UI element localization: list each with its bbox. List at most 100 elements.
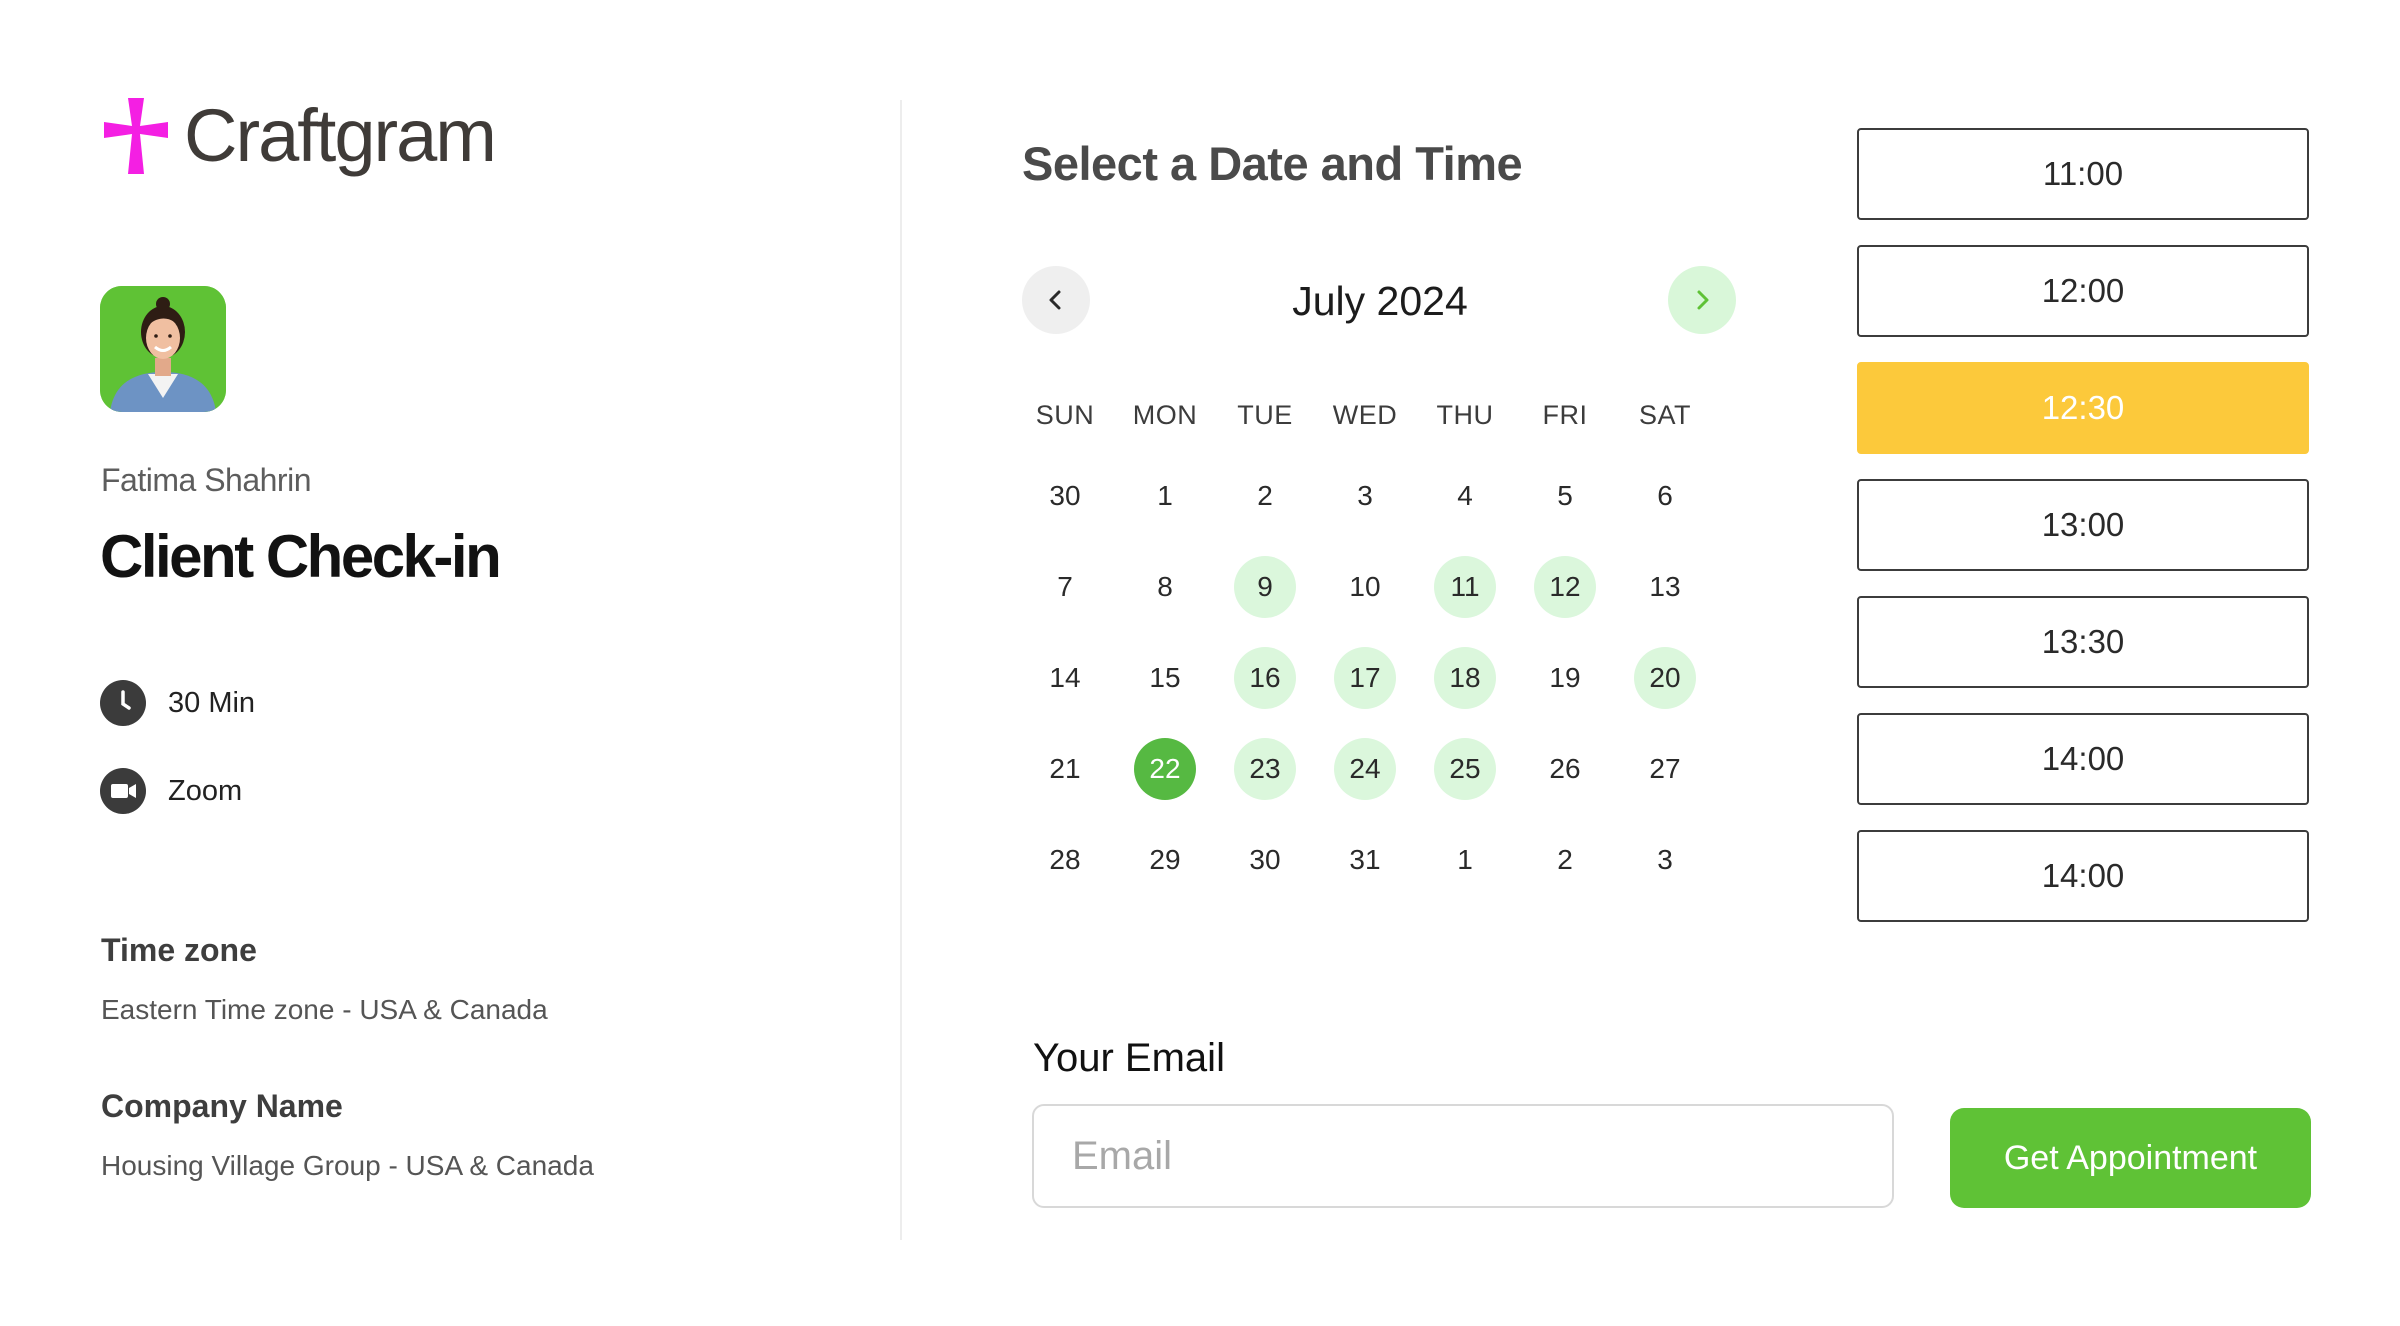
calendar-day: 1 [1457, 843, 1473, 875]
brand-logo: Craftgram [100, 94, 497, 177]
calendar-cell: 5 [1515, 465, 1615, 527]
weekday-label: MON [1132, 399, 1198, 430]
calendar-day-available[interactable]: 11 [1434, 555, 1496, 618]
calendar-day: 28 [1049, 843, 1081, 875]
time-slot[interactable]: 12:00 [1857, 245, 2309, 337]
calendar-day: 1 [1157, 479, 1173, 511]
calendar-cell: 3 [1615, 829, 1715, 891]
calendar-day-available[interactable]: 25 [1434, 737, 1496, 800]
time-slot[interactable]: 11:00 [1857, 128, 2309, 220]
weekday-label: THU [1436, 399, 1494, 430]
calendar-day: 31 [1349, 843, 1381, 875]
weekday-label: WED [1332, 399, 1398, 430]
calendar-day: 19 [1549, 661, 1581, 693]
time-slot-selected[interactable]: 12:30 [1857, 362, 2309, 454]
time-slot[interactable]: 14:00 [1857, 713, 2309, 805]
calendar-cell: 14 [1015, 647, 1115, 709]
platform-text: Zoom [168, 774, 243, 807]
calendar-day: 29 [1149, 843, 1181, 875]
duration-text: 30 Min [168, 686, 256, 719]
calendar-cell: 23 [1215, 737, 1315, 800]
calendar-cell: 27 [1615, 738, 1715, 800]
calendar-day-available[interactable]: 17 [1334, 646, 1396, 709]
calendar-day: 15 [1149, 661, 1181, 693]
calendar-weeks: 30 1 2 3 4 5 6 7 8 9 10 11 12 13 14 15 16 17 18 19 20 21 22 23 2… [1015, 450, 1715, 905]
calendar-day-selected[interactable]: 22 [1134, 737, 1196, 800]
calendar-cell: 25 [1415, 737, 1515, 800]
host-name: Fatima Shahrin [101, 462, 311, 498]
calendar-day: 30 [1049, 479, 1081, 511]
calendar-day: 30 [1249, 843, 1281, 875]
next-month-button[interactable] [1668, 266, 1736, 334]
company-label: Company Name [101, 1088, 343, 1124]
event-info-panel: Craftgram Fatima Shahrin Client Check-in [0, 0, 900, 1326]
event-title: Client Check-in [100, 523, 502, 590]
calendar-week-row: 30 1 2 3 4 5 6 [1015, 450, 1715, 541]
calendar-cell: 12 [1515, 555, 1615, 618]
calendar-cell: 29 [1115, 829, 1215, 891]
calendar-cell: 15 [1115, 647, 1215, 709]
calendar-cell: 11 [1415, 555, 1515, 618]
calendar-day: 2 [1257, 479, 1273, 511]
calendar-heading: Select a Date and Time [1022, 137, 1523, 190]
calendar-day: 26 [1549, 752, 1581, 784]
calendar-cell: 2 [1215, 465, 1315, 527]
calendar-cell: 19 [1515, 647, 1615, 709]
calendar-day-available[interactable]: 23 [1234, 737, 1296, 800]
calendar-cell: 17 [1315, 646, 1415, 709]
calendar-day-available[interactable]: 18 [1434, 646, 1496, 709]
calendar-cell: 9 [1215, 555, 1315, 618]
calendar-week-row: 21 22 23 24 25 26 27 [1015, 723, 1715, 814]
calendar-cell: 18 [1415, 646, 1515, 709]
calendar-day: 2 [1557, 843, 1573, 875]
calendar-cell: 4 [1415, 465, 1515, 527]
calendar-week-row: 14 15 16 17 18 19 20 [1015, 632, 1715, 723]
calendar-day: 10 [1349, 570, 1381, 602]
duration-row: 30 Min [100, 680, 255, 726]
calendar-cell: 20 [1615, 646, 1715, 709]
calendar-cell: 1 [1115, 465, 1215, 527]
person-photo [100, 286, 226, 412]
calendar-day-available[interactable]: 16 [1234, 646, 1296, 709]
email-label: Your Email [1033, 1036, 1225, 1080]
calendar-day: 21 [1049, 752, 1081, 784]
previous-month-button[interactable] [1022, 266, 1090, 334]
calendar-day-available[interactable]: 24 [1334, 737, 1396, 800]
weekday-label: SUN [1035, 399, 1095, 430]
calendar-cell: 13 [1615, 556, 1715, 618]
craftgram-logo-icon [104, 98, 168, 174]
time-slot[interactable]: 14:00 [1857, 830, 2309, 922]
calendar-day: 5 [1557, 479, 1573, 511]
calendar-cell: 16 [1215, 646, 1315, 709]
calendar-day-available[interactable]: 9 [1234, 555, 1296, 618]
email-input[interactable] [1032, 1104, 1894, 1208]
host-avatar [100, 286, 226, 412]
time-slot[interactable]: 13:00 [1857, 479, 2309, 571]
brand-name: Craftgram [184, 94, 497, 177]
calendar-day: 3 [1357, 479, 1373, 511]
calendar-cell: 7 [1015, 556, 1115, 618]
calendar-day: 4 [1457, 479, 1473, 511]
calendar-day: 6 [1657, 479, 1673, 511]
calendar-cell: 22 [1115, 737, 1215, 800]
calendar-cell: 8 [1115, 556, 1215, 618]
calendar-cell: 24 [1315, 737, 1415, 800]
calendar-day-available[interactable]: 20 [1634, 646, 1696, 709]
chevron-left-icon [1049, 290, 1061, 310]
calendar-cell: 30 [1015, 465, 1115, 527]
calendar-cell: 21 [1015, 738, 1115, 800]
weekday-label: SAT [1638, 399, 1691, 430]
calendar-cell: 26 [1515, 738, 1615, 800]
month-label: July 2024 [1292, 278, 1468, 324]
time-slot[interactable]: 13:30 [1857, 596, 2309, 688]
panel-divider [900, 100, 902, 1240]
calendar-day-available[interactable]: 12 [1534, 555, 1596, 618]
get-appointment-button[interactable]: Get Appointment [1950, 1108, 2311, 1208]
calendar-cell: 31 [1315, 829, 1415, 891]
calendar-cell: 30 [1215, 829, 1315, 891]
calendar-day: 3 [1657, 843, 1673, 875]
calendar-day: 27 [1649, 752, 1681, 784]
calendar-cell: 1 [1415, 829, 1515, 891]
timezone-value: Eastern Time zone - USA & Canada [101, 994, 548, 1025]
calendar-week-row: 28 29 30 31 1 2 3 [1015, 814, 1715, 905]
